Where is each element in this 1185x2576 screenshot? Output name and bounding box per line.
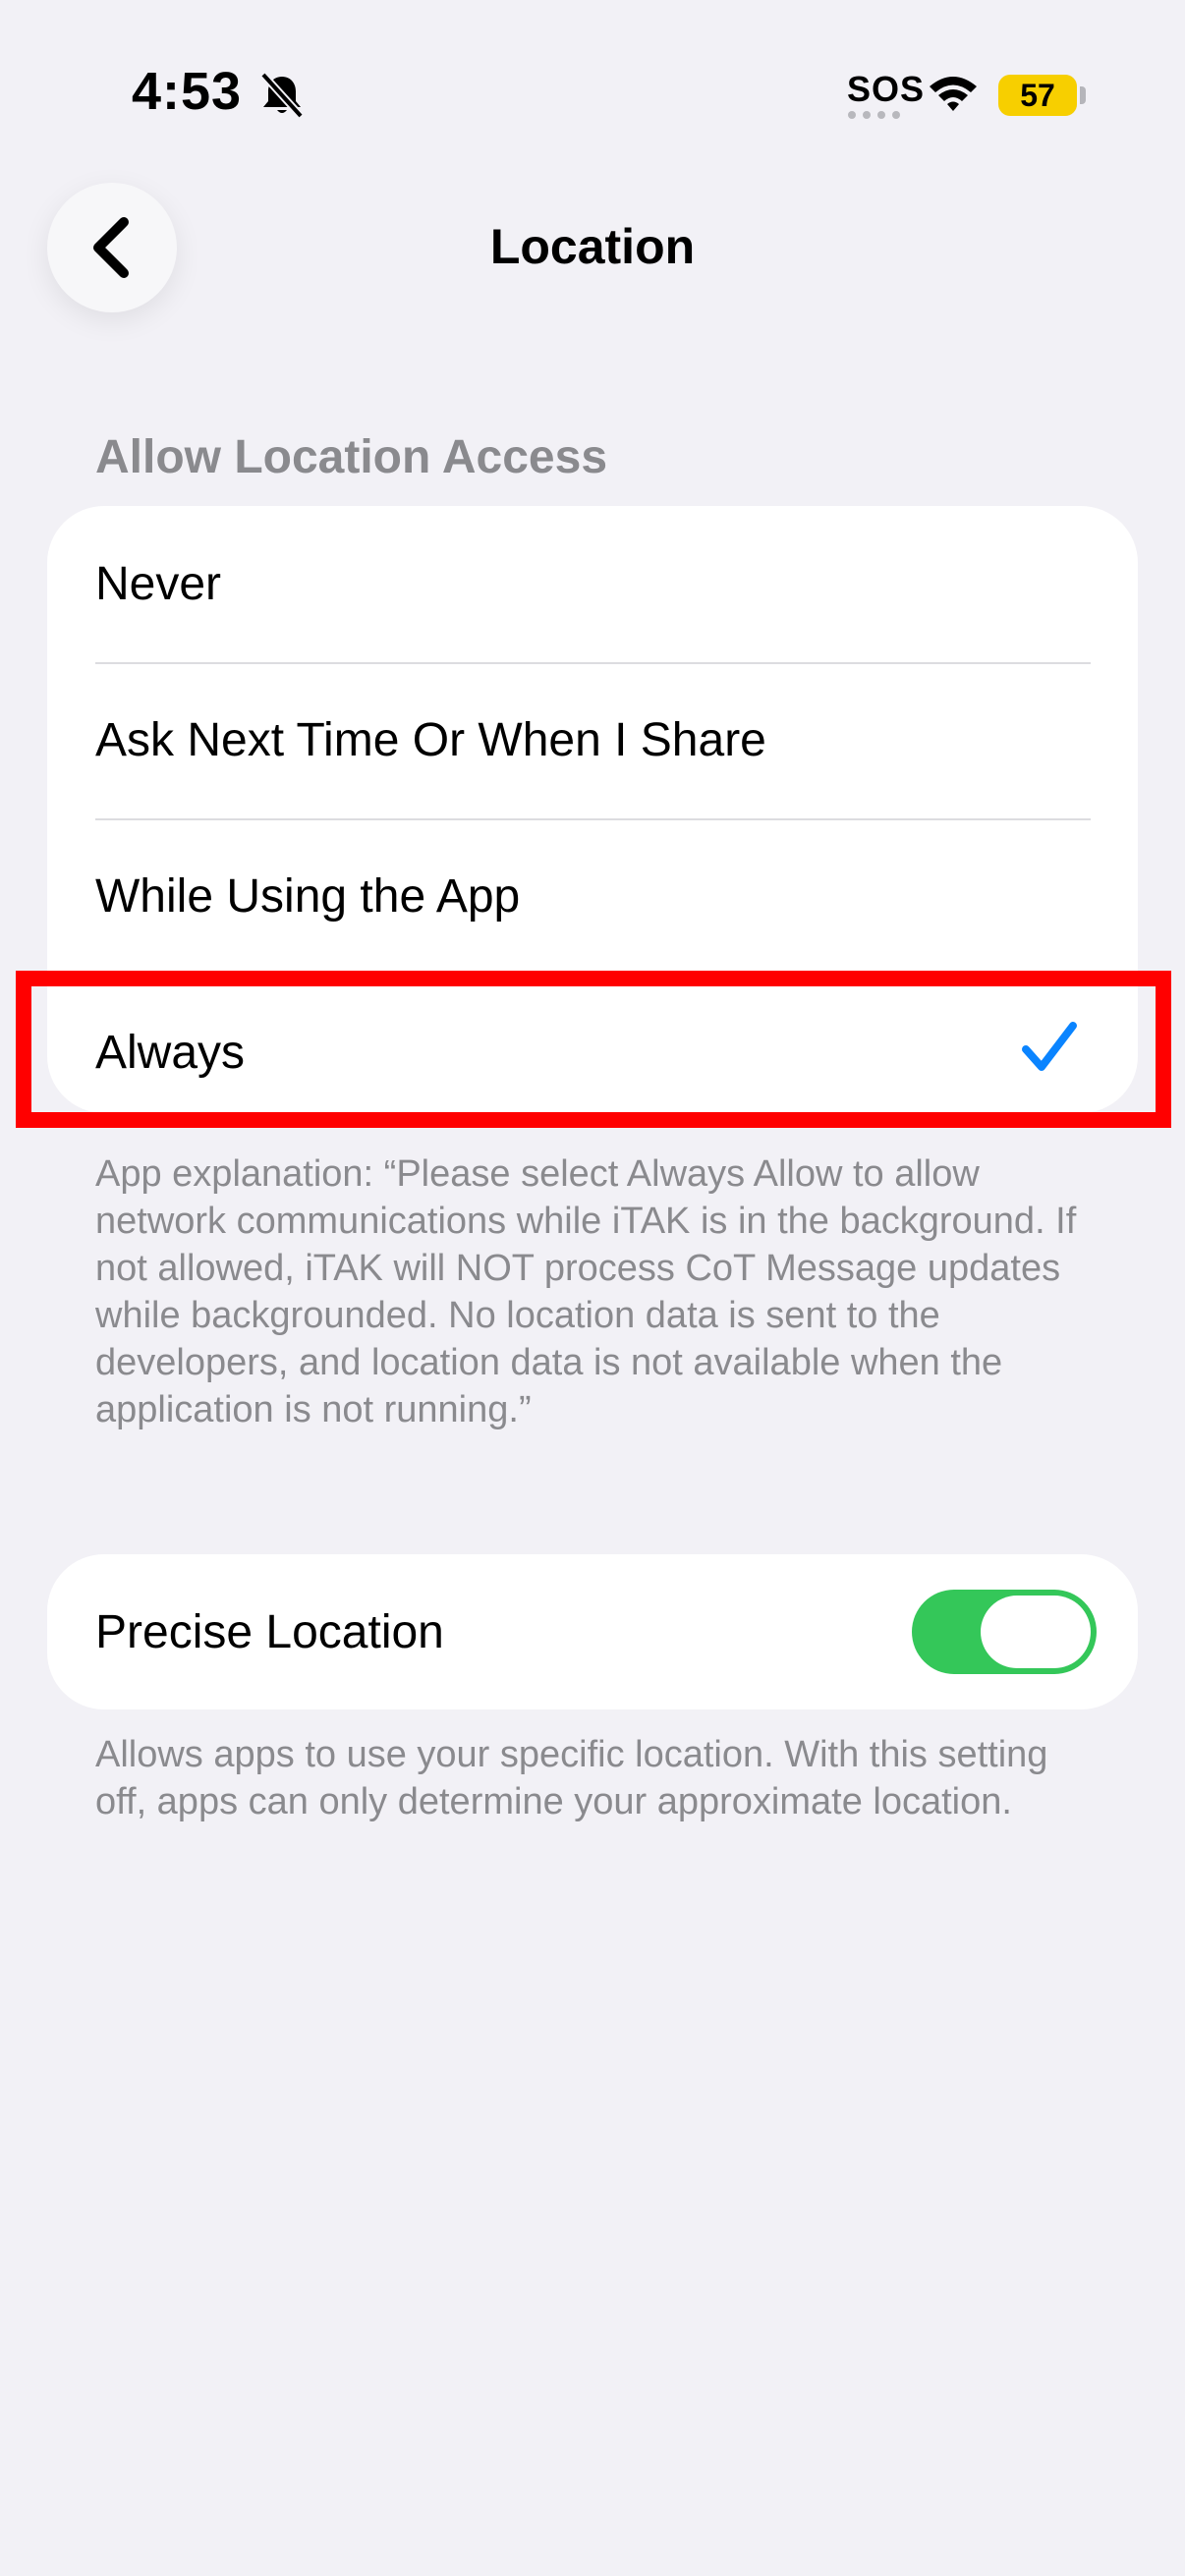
sos-indicator: SOS <box>847 69 926 109</box>
precise-location-label: Precise Location <box>95 1606 444 1658</box>
highlight-box <box>16 971 1171 1128</box>
location-settings-screen: 4:53 SOS 57 Location Allow Location Acce… <box>0 0 1185 2576</box>
wifi-icon <box>930 77 977 111</box>
battery-tip <box>1080 86 1086 104</box>
section-header-location-access: Allow Location Access <box>95 431 608 483</box>
precise-location-card: Precise Location <box>47 1554 1138 1709</box>
option-label: Never <box>95 558 222 610</box>
signal-dots-icon <box>848 111 900 119</box>
precise-location-toggle[interactable] <box>912 1590 1097 1674</box>
battery-level: 57 <box>998 75 1077 116</box>
precise-location-row: Precise Location <box>47 1554 1138 1709</box>
option-never[interactable]: Never <box>47 506 1138 662</box>
bell-slash-icon <box>260 72 304 119</box>
status-time: 4:53 <box>132 62 243 121</box>
option-label: Ask Next Time Or When I Share <box>95 714 766 766</box>
toggle-knob <box>981 1596 1091 1668</box>
option-while-using[interactable]: While Using the App <box>47 818 1138 975</box>
page-title: Location <box>489 219 696 274</box>
option-ask-next-time[interactable]: Ask Next Time Or When I Share <box>47 662 1138 818</box>
option-label: While Using the App <box>95 870 521 923</box>
app-explanation-text: App explanation: “Please select Always A… <box>95 1153 1077 1430</box>
precise-location-description: Allows apps to use your specific locatio… <box>95 1734 1048 1822</box>
